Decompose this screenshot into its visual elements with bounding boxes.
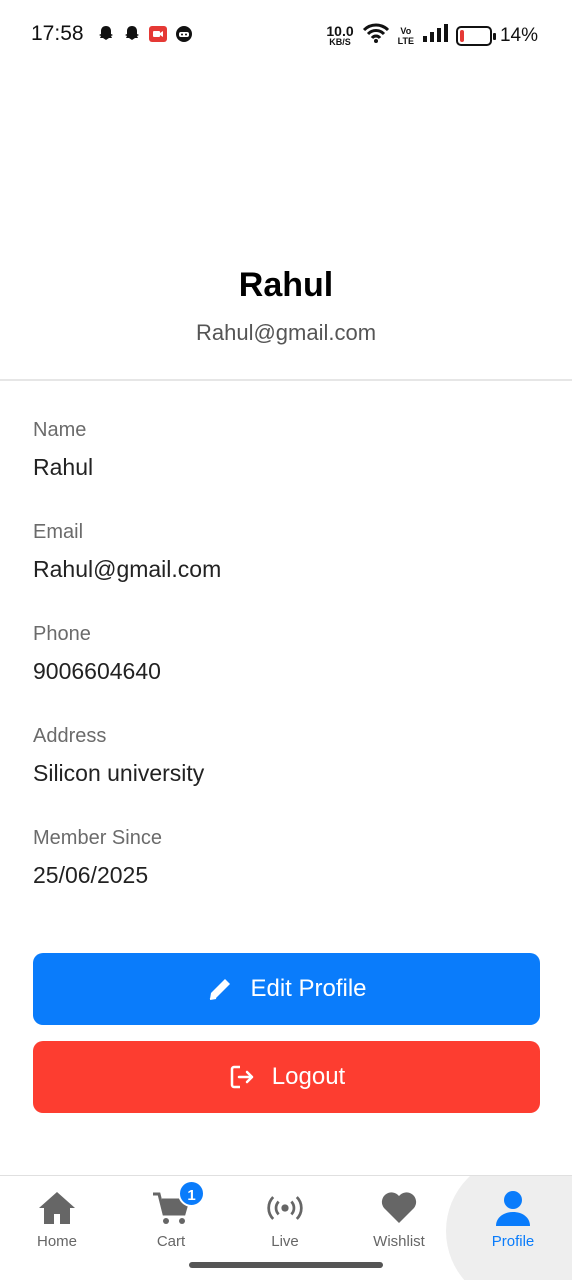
field-label: Phone <box>33 623 91 645</box>
profile-email: Rahul@gmail.com <box>195 320 377 345</box>
screen-record-icon <box>148 24 168 44</box>
snapchat-icon <box>122 24 142 44</box>
nav-item-profile[interactable]: Profile <box>456 1176 570 1256</box>
field-label: Name <box>33 419 87 441</box>
nav-label: Cart <box>156 1233 186 1250</box>
nav-label: Profile <box>491 1233 535 1250</box>
battery-fill <box>459 29 464 42</box>
home-icon <box>37 1188 77 1228</box>
field-label: Member Since <box>33 827 162 849</box>
field-label: Email <box>33 521 84 543</box>
snapchat-icon <box>96 24 116 44</box>
profile-details: Name Rahul Email Rahul@gmail.com Phone 9… <box>33 416 539 926</box>
detail-name: Name Rahul <box>33 416 539 518</box>
edit-profile-label: Edit Profile <box>250 975 367 1002</box>
nav-label: Home <box>36 1233 77 1250</box>
user-icon <box>493 1188 533 1228</box>
logout-icon <box>228 1063 256 1091</box>
detail-email: Email Rahul@gmail.com <box>33 518 539 620</box>
field-value: Rahul@gmail.com <box>33 556 222 582</box>
status-time: 17:58 <box>31 22 84 45</box>
battery-icon <box>455 25 496 46</box>
nav-item-live[interactable]: Live <box>228 1176 342 1256</box>
nav-label: Wishlist <box>373 1233 425 1250</box>
volte-indicator: Vo LTE <box>397 25 414 46</box>
logout-button[interactable]: Logout <box>33 1041 540 1113</box>
field-value: Silicon university <box>33 760 205 786</box>
field-label: Address <box>33 725 107 747</box>
nav-label: Live <box>271 1233 299 1250</box>
notification-icons <box>96 24 194 44</box>
status-bar: 17:58 10.0 KB/S Vo LTE 14% <box>0 0 572 70</box>
pencil-icon <box>206 975 234 1003</box>
home-indicator[interactable] <box>189 1262 383 1268</box>
game-icon <box>174 24 194 44</box>
system-indicators: 10.0 KB/S Vo LTE 14% <box>326 22 538 49</box>
edit-profile-button[interactable]: Edit Profile <box>33 953 540 1025</box>
signal-icon <box>422 23 448 48</box>
profile-header: Rahul Rahul@gmail.com <box>0 200 572 381</box>
heart-icon <box>379 1188 419 1228</box>
cart-badge: 1 <box>178 1180 205 1207</box>
profile-name: Rahul <box>238 266 334 304</box>
broadcast-icon <box>265 1188 305 1228</box>
detail-member-since: Member Since 25/06/2025 <box>33 824 539 926</box>
network-speed: 10.0 KB/S <box>326 23 354 47</box>
detail-phone: Phone 9006604640 <box>33 620 539 722</box>
detail-address: Address Silicon university <box>33 722 539 824</box>
field-value: 25/06/2025 <box>33 862 149 888</box>
field-value: 9006604640 <box>33 658 161 684</box>
logout-label: Logout <box>271 1063 346 1090</box>
wifi-icon <box>362 22 390 49</box>
nav-item-home[interactable]: Home <box>0 1176 114 1256</box>
nav-item-wishlist[interactable]: Wishlist <box>342 1176 456 1256</box>
field-value: Rahul <box>33 454 94 480</box>
nav-item-cart[interactable]: 1 Cart <box>114 1176 228 1256</box>
battery-percent: 14% <box>499 24 538 46</box>
